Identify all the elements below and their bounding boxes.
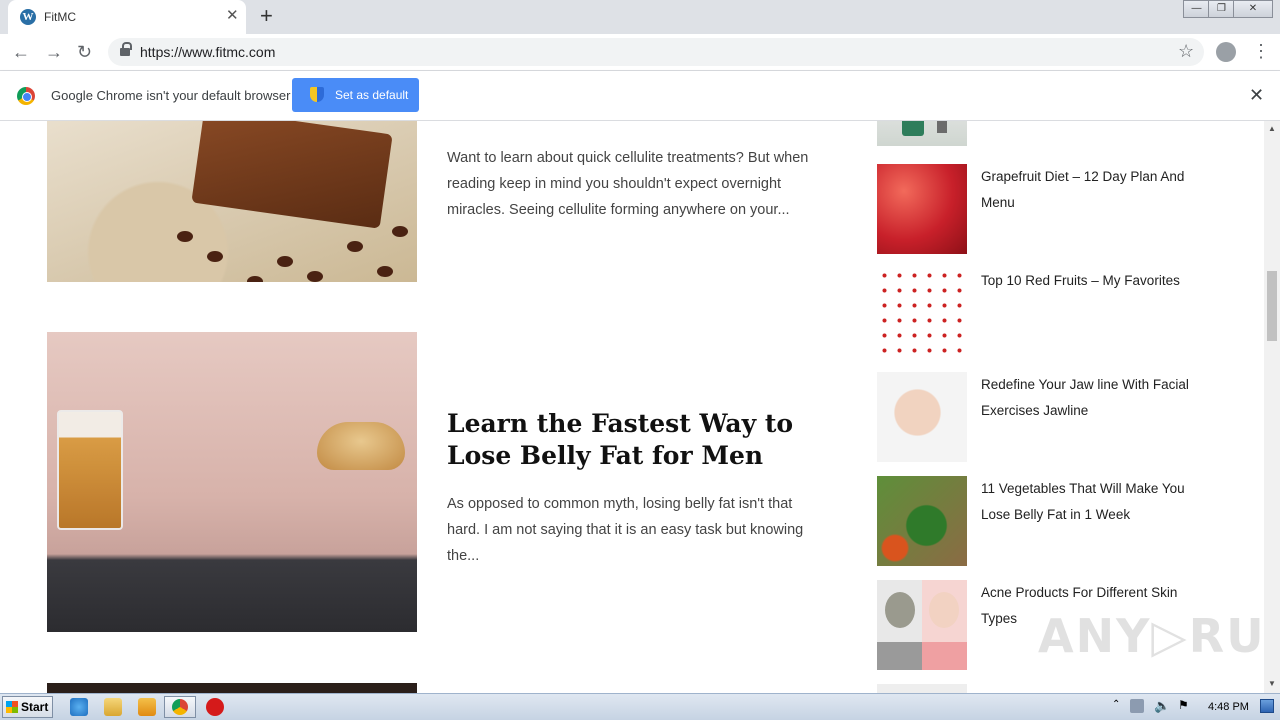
minimize-icon[interactable]: —	[1183, 0, 1210, 18]
chrome-menu-icon[interactable]: ⋮	[1252, 40, 1270, 62]
scroll-thumb[interactable]	[1267, 271, 1277, 341]
chrome-icon	[172, 699, 188, 715]
coffee-bean	[377, 266, 393, 277]
url-text: https://www.fitmc.com	[140, 44, 276, 60]
coffee-bean	[177, 231, 193, 242]
sidebar-item-title[interactable]: Redefine Your Jaw line With Facial Exerc…	[981, 372, 1201, 424]
red-fruits-thumbnail	[877, 268, 967, 358]
chrome-taskbar-button[interactable]	[164, 696, 196, 718]
tab-strip: W FitMC ✕ + — ❐ ✕	[0, 0, 1280, 34]
scroll-down-icon[interactable]: ▼	[1268, 679, 1276, 688]
infobar-close-icon[interactable]: ✕	[1249, 85, 1264, 105]
window-close-icon[interactable]: ✕	[1233, 0, 1273, 18]
post-excerpt: Want to learn about quick cellulite trea…	[447, 150, 809, 218]
page-scrollbar[interactable]: ▲ ▼	[1264, 121, 1280, 693]
lock-icon	[120, 42, 132, 57]
taskbar-clock[interactable]: 4:48 PM	[1208, 701, 1249, 713]
start-button[interactable]: Start	[2, 696, 53, 718]
windows-taskbar: Start ⌃ 🔈 ⚑ 4:48 PM	[0, 693, 1280, 720]
system-tray: ⌃ 🔈 ⚑	[1104, 694, 1280, 721]
grapefruit-thumbnail	[877, 164, 967, 254]
soap-bar-image	[191, 121, 393, 229]
post-image-next[interactable]	[47, 683, 417, 693]
profile-avatar-icon[interactable]	[1216, 42, 1236, 62]
acne-thumbnail	[877, 580, 967, 670]
windows-logo-icon	[6, 701, 18, 713]
set-as-default-label: Set as default	[335, 88, 409, 102]
scroll-up-icon[interactable]: ▲	[1268, 124, 1276, 133]
coffee-bean	[347, 241, 363, 252]
jawline-thumbnail	[877, 372, 967, 462]
tab-close-icon[interactable]: ✕	[226, 8, 239, 24]
sidebar-item-grapefruit[interactable]: Grapefruit Diet – 12 Day Plan And Menu	[877, 164, 1207, 254]
coffee-bean	[392, 226, 408, 237]
post-image-cellulite[interactable]	[47, 121, 417, 282]
sidebar-item-vegetables[interactable]: 11 Vegetables That Will Make You Lose Be…	[877, 476, 1207, 566]
forward-icon[interactable]: →	[45, 40, 63, 64]
media-player-icon[interactable]	[138, 698, 156, 716]
post-title[interactable]: Learn the Fastest Way to Lose Belly Fat …	[447, 408, 807, 472]
tray-expand-icon[interactable]: ⌃	[1112, 699, 1120, 710]
page-content: Want to learn about quick cellulite trea…	[0, 121, 1264, 693]
sidebar-thumb-next[interactable]	[877, 684, 967, 693]
opera-icon[interactable]	[206, 698, 224, 716]
sidebar-item-red-fruits[interactable]: Top 10 Red Fruits – My Favorites	[877, 268, 1207, 358]
network-icon[interactable]	[1130, 699, 1144, 713]
sidebar-item-jawline[interactable]: Redefine Your Jaw line With Facial Exerc…	[877, 372, 1207, 462]
explorer-folder-icon[interactable]	[104, 698, 122, 716]
sidebar-item-title[interactable]: Top 10 Red Fruits – My Favorites	[981, 268, 1201, 294]
browser-toolbar: ← → ↻ https://www.fitmc.com ☆	[0, 34, 1280, 71]
ie-icon[interactable]	[70, 698, 88, 716]
bookmark-star-icon[interactable]: ☆	[1178, 41, 1194, 62]
post-image-belly-fat[interactable]	[47, 332, 417, 632]
volume-icon[interactable]: 🔈	[1154, 698, 1170, 714]
uac-shield-icon	[310, 87, 324, 102]
beer-glass-image	[57, 410, 123, 530]
vegetables-thumbnail	[877, 476, 967, 566]
action-center-flag-icon[interactable]: ⚑	[1178, 698, 1189, 712]
burger-image	[317, 422, 405, 470]
set-as-default-button[interactable]: Set as default	[292, 78, 419, 112]
address-bar[interactable]: https://www.fitmc.com ☆	[108, 38, 1204, 66]
coffee-bean	[207, 251, 223, 262]
sidebar-item-title[interactable]: Grapefruit Diet – 12 Day Plan And Menu	[981, 164, 1201, 216]
restore-icon[interactable]: ❐	[1208, 0, 1235, 18]
coffee-bean	[307, 271, 323, 282]
show-desktop-icon[interactable]	[1260, 699, 1274, 713]
wordpress-favicon-icon: W	[20, 9, 36, 25]
infobar-message: Google Chrome isn't your default browser	[51, 88, 291, 103]
start-label: Start	[21, 700, 49, 714]
default-browser-infobar: Google Chrome isn't your default browser…	[0, 71, 1280, 121]
new-tab-button[interactable]: +	[260, 4, 273, 28]
sidebar-item-title[interactable]: 11 Vegetables That Will Make You Lose Be…	[981, 476, 1201, 528]
anyrun-watermark: ANY▷RUN	[1038, 609, 1264, 663]
coffee-bean	[277, 256, 293, 267]
tab-fitmc[interactable]: W FitMC ✕	[8, 0, 246, 34]
chrome-logo-icon	[17, 87, 35, 105]
tab-title: FitMC	[44, 10, 76, 24]
back-icon[interactable]: ←	[12, 40, 30, 64]
reload-icon[interactable]: ↻	[77, 40, 92, 64]
post-excerpt: As opposed to common myth, losing belly …	[447, 496, 804, 564]
sidebar-thumb-previous[interactable]	[877, 121, 967, 146]
coffee-bean	[247, 276, 263, 282]
